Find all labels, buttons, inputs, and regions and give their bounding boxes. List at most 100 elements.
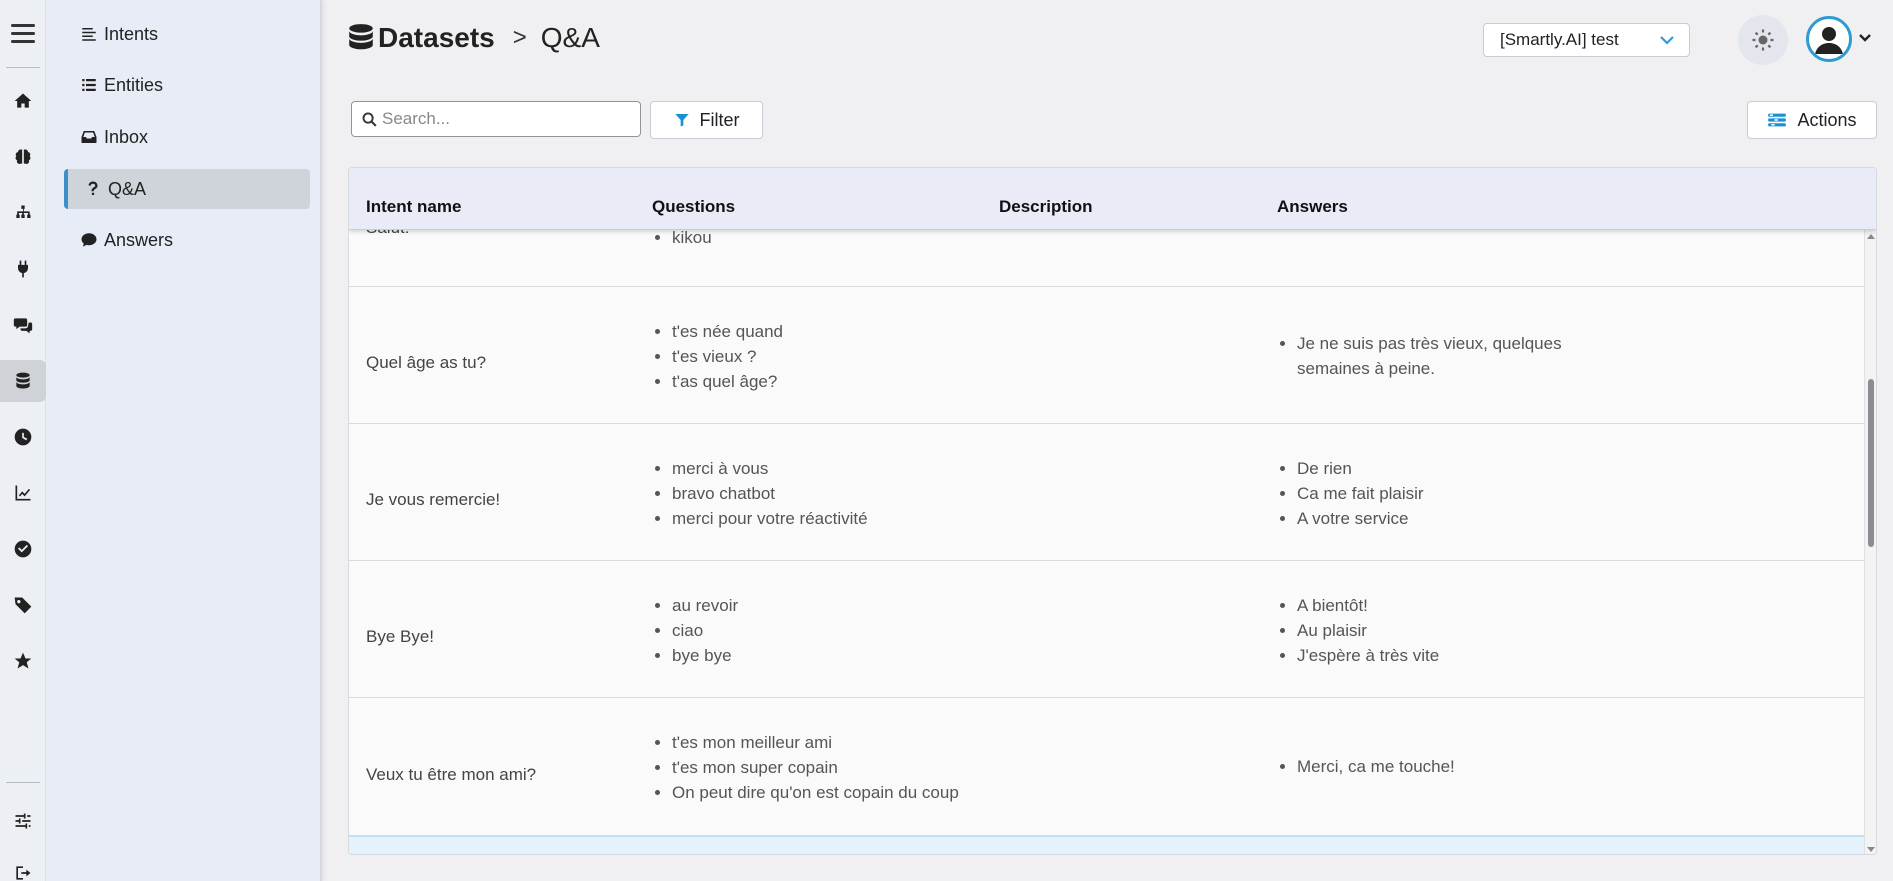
brain-icon[interactable]: [0, 136, 46, 178]
answer-item: Merci, ca me touche!: [1297, 754, 1455, 779]
actions-label: Actions: [1797, 109, 1857, 130]
answers-list: Merci, ca me touche!: [1277, 754, 1455, 779]
database-icon[interactable]: [0, 360, 46, 402]
menu-icon[interactable]: [11, 24, 35, 44]
sliders-icon[interactable]: [0, 800, 46, 842]
search-box[interactable]: [351, 101, 641, 137]
comment-icon: [81, 233, 97, 247]
breadcrumb-separator: >: [512, 24, 527, 51]
tasks-icon: [1768, 113, 1787, 127]
sidebar-item-label: Intents: [104, 23, 159, 44]
table-row[interactable]: Je vous remercie! merci à vous bravo cha…: [349, 424, 1866, 561]
scrollbar-thumb[interactable]: [1868, 379, 1874, 547]
filter-label: Filter: [699, 109, 740, 130]
table-row[interactable]: Veux tu être mon ami? t'es mon meilleur …: [349, 698, 1866, 836]
intent-name: Salut!: [366, 230, 409, 238]
align-left-icon: [82, 28, 96, 41]
answer-item: A votre service: [1297, 506, 1424, 531]
answer-item: Je ne suis pas très vieux, quelques sema…: [1297, 331, 1577, 381]
questions-list: t'es mon meilleur ami t'es mon super cop…: [652, 730, 959, 805]
search-input[interactable]: [382, 109, 632, 129]
question-item: t'es mon super copain: [672, 755, 959, 780]
clock-icon[interactable]: [0, 416, 46, 458]
answer-item: Ca me fait plaisir: [1297, 481, 1424, 506]
icon-rail: [0, 0, 46, 881]
column-header-description[interactable]: Description: [999, 197, 1093, 217]
project-select[interactable]: [Smartly.AI] test: [1483, 23, 1690, 57]
questions-list: kikou: [652, 230, 712, 250]
answer-item: Au plaisir: [1297, 618, 1439, 643]
rail-divider: [6, 782, 40, 783]
filter-icon: [674, 114, 689, 127]
question-icon: [88, 181, 98, 195]
database-icon: [349, 24, 373, 50]
question-item: merci pour votre réactivité: [672, 506, 868, 531]
check-circle-icon[interactable]: [0, 528, 46, 570]
star-icon[interactable]: [0, 640, 46, 682]
table-row[interactable]: Quel âge as tu? t'es née quand t'es vieu…: [349, 287, 1866, 424]
question-item: bye bye: [672, 643, 738, 668]
column-header-intent-name[interactable]: Intent name: [366, 197, 461, 217]
filter-button[interactable]: Filter: [650, 101, 763, 139]
sun-icon: [1752, 29, 1774, 51]
column-header-answers[interactable]: Answers: [1277, 197, 1348, 217]
breadcrumb-root[interactable]: Datasets: [378, 22, 495, 54]
question-item: t'es vieux ?: [672, 344, 783, 369]
sign-out-icon[interactable]: [0, 852, 46, 881]
question-item: kikou: [672, 230, 712, 250]
answers-list: De rien Ca me fait plaisir A votre servi…: [1277, 456, 1424, 531]
sidebar-item-intents[interactable]: Intents: [64, 14, 310, 54]
chevron-down-icon: [1660, 36, 1674, 45]
user-icon: [1809, 19, 1849, 59]
questions-list: t'es née quand t'es vieux ? t'as quel âg…: [652, 319, 783, 394]
scroll-down-arrow[interactable]: [1867, 847, 1875, 852]
sidebar-item-label: Q&A: [108, 178, 147, 199]
plug-icon[interactable]: [0, 248, 46, 290]
answer-item: A bientôt!: [1297, 593, 1439, 618]
inbox-icon: [81, 131, 97, 143]
sidebar-item-entities[interactable]: Entities: [64, 65, 310, 105]
table-header: Intent name Questions Description Answer…: [349, 168, 1876, 230]
question-item: au revoir: [672, 593, 738, 618]
answers-list: Je ne suis pas très vieux, quelques sema…: [1277, 331, 1577, 381]
breadcrumb: Datasets > Q&A: [348, 22, 600, 54]
rail-divider: [6, 67, 40, 68]
answers-list: A bientôt! Au plaisir J'espère à très vi…: [1277, 593, 1439, 668]
tag-icon[interactable]: [0, 584, 46, 626]
avatar[interactable]: [1806, 16, 1852, 62]
sitemap-icon[interactable]: [0, 192, 46, 234]
table-row[interactable]: Salut! kikou: [349, 230, 1866, 287]
chart-line-icon[interactable]: [0, 472, 46, 514]
questions-list: au revoir ciao bye bye: [652, 593, 738, 668]
question-item: On peut dire qu'on est copain du coup: [672, 780, 959, 805]
sidebar-item-label: Entities: [104, 74, 164, 95]
actions-button[interactable]: Actions: [1747, 101, 1877, 139]
scroll-up-arrow[interactable]: [1867, 234, 1875, 239]
question-item: t'as quel âge?: [672, 369, 783, 394]
comments-icon[interactable]: [0, 304, 46, 346]
sidebar: Intents Entities Inbox Q&A Answers: [46, 0, 322, 881]
sidebar-item-inbox[interactable]: Inbox: [64, 117, 310, 157]
question-item: t'es mon meilleur ami: [672, 730, 959, 755]
answer-item: J'espère à très vite: [1297, 643, 1439, 668]
table-row[interactable]: Bye Bye! au revoir ciao bye bye A bientô…: [349, 561, 1866, 698]
chevron-down-icon[interactable]: [1858, 32, 1872, 44]
intent-name: Quel âge as tu?: [366, 353, 487, 372]
sidebar-item-label: Inbox: [104, 126, 149, 147]
answer-item: De rien: [1297, 456, 1424, 481]
table-scrollbar[interactable]: [1864, 230, 1876, 854]
home-icon[interactable]: [0, 80, 46, 122]
theme-toggle-button[interactable]: [1738, 15, 1788, 65]
intent-name: Bye Bye!: [366, 627, 435, 646]
column-header-questions[interactable]: Questions: [652, 197, 735, 217]
sidebar-item-qa[interactable]: Q&A: [64, 169, 310, 209]
search-icon: [362, 112, 377, 127]
table-row[interactable]: [349, 836, 1866, 854]
question-item: bravo chatbot: [672, 481, 868, 506]
question-item: merci à vous: [672, 456, 868, 481]
page-title: Q&A: [540, 22, 600, 53]
intent-name: Je vous remercie!: [366, 490, 501, 509]
sidebar-item-answers[interactable]: Answers: [64, 220, 310, 260]
project-select-value: [Smartly.AI] test: [1500, 30, 1619, 49]
intent-name: Veux tu être mon ami?: [366, 765, 537, 784]
